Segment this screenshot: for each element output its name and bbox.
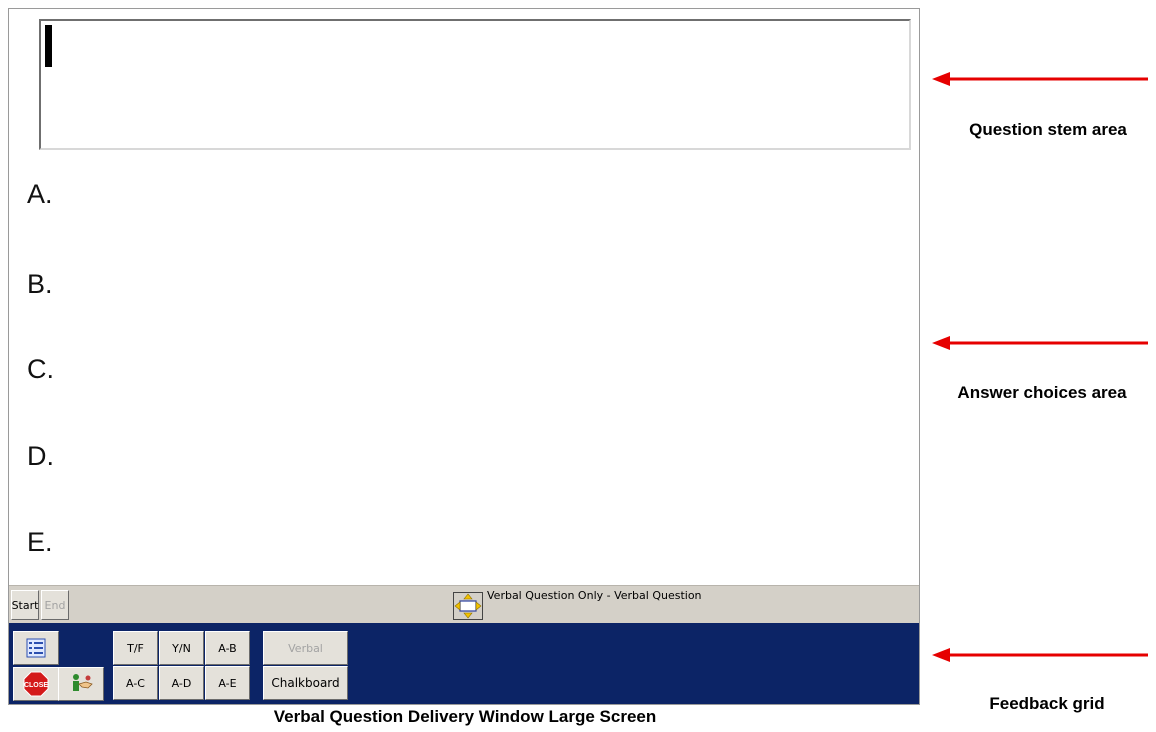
question-list-button[interactable] bbox=[13, 631, 59, 665]
status-bar: Start End Verbal Question Only - Verbal … bbox=[9, 585, 919, 623]
ae-button[interactable]: A-E bbox=[205, 666, 250, 700]
yn-button[interactable]: Y/N bbox=[159, 631, 204, 665]
verbal-button[interactable]: Verbal bbox=[263, 631, 348, 665]
label-question-stem-area: Question stem area bbox=[969, 120, 1127, 139]
label-feedback-grid: Feedback grid bbox=[989, 694, 1105, 713]
arrow-answer-choices bbox=[932, 336, 1148, 350]
arrow-question-stem bbox=[932, 72, 1148, 86]
close-button[interactable]: CLOSE bbox=[13, 667, 59, 701]
feedback-grid: CLOSE T/F Y/N A-B A-C A-D A-E Verbal Cha… bbox=[9, 623, 919, 704]
choice-c-label: C. bbox=[27, 354, 54, 384]
label-answer-choices-area: Answer choices area bbox=[957, 383, 1127, 402]
arrow-feedback-grid bbox=[932, 648, 1148, 662]
tf-button[interactable]: T/F bbox=[113, 631, 158, 665]
choice-e-label: E. bbox=[27, 527, 53, 557]
handshake-icon bbox=[73, 674, 93, 691]
choice-d-label: D. bbox=[27, 441, 54, 471]
status-text: Verbal Question Only - Verbal Question bbox=[487, 589, 702, 602]
handoff-button[interactable] bbox=[58, 667, 104, 701]
question-stem-input[interactable] bbox=[39, 19, 911, 150]
figure-caption: Verbal Question Delivery Window Large Sc… bbox=[273, 707, 657, 726]
close-label: CLOSE bbox=[24, 682, 48, 689]
end-button[interactable]: End bbox=[41, 590, 69, 620]
ad-button[interactable]: A-D bbox=[159, 666, 204, 700]
choice-b-label: B. bbox=[27, 269, 53, 299]
move-window-icon[interactable] bbox=[453, 592, 483, 620]
list-icon bbox=[26, 638, 46, 658]
verbal-question-window: A. B. C. D. E. Start End Verbal Question… bbox=[8, 8, 920, 705]
text-caret bbox=[45, 25, 52, 67]
ab-button[interactable]: A-B bbox=[205, 631, 250, 665]
chalkboard-button[interactable]: Chalkboard bbox=[263, 666, 348, 700]
ac-button[interactable]: A-C bbox=[113, 666, 158, 700]
start-button[interactable]: Start bbox=[11, 590, 39, 620]
choice-a-label: A. bbox=[27, 179, 53, 209]
